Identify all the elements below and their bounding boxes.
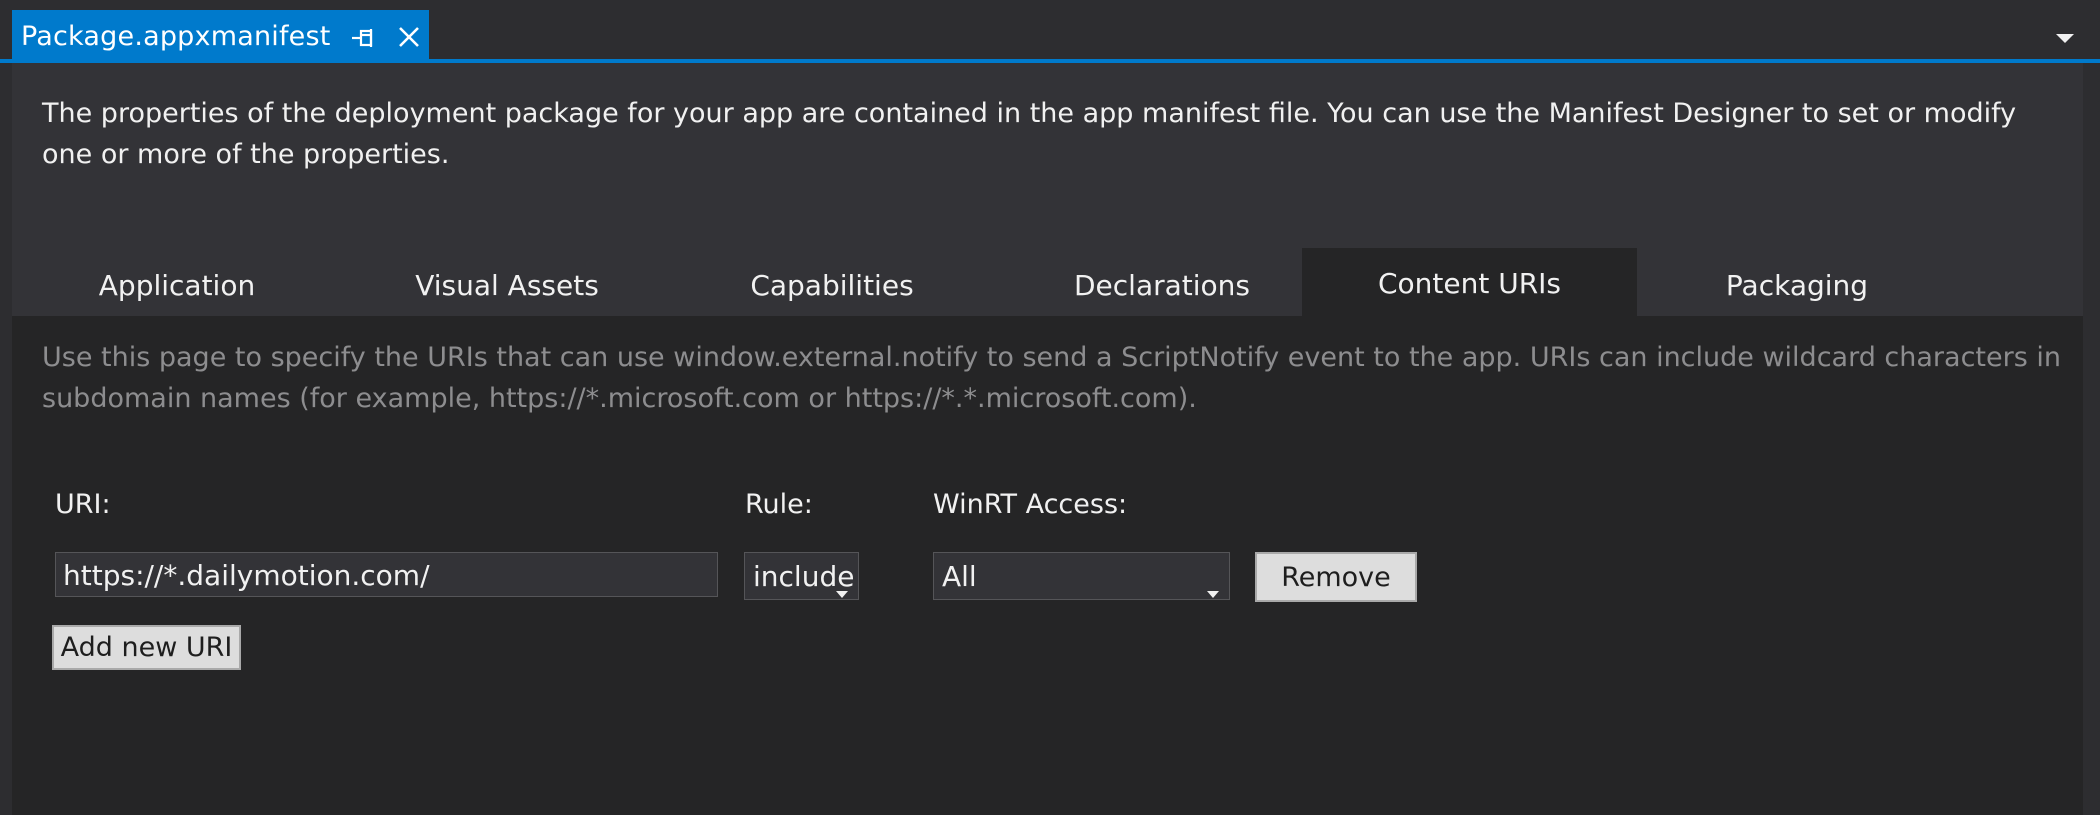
tab-label: Packaging bbox=[1725, 268, 1869, 302]
tab-label: Declarations bbox=[1073, 268, 1250, 302]
tab-label: Application bbox=[98, 268, 256, 302]
uri-input[interactable] bbox=[55, 552, 718, 597]
pin-icon[interactable] bbox=[350, 27, 376, 49]
document-tab-strip: Package.appxmanifest bbox=[0, 0, 2100, 63]
tab-declarations[interactable]: Declarations bbox=[1012, 248, 1312, 316]
close-icon[interactable] bbox=[395, 23, 423, 51]
section-tab-bar: Application Visual Assets Capabilities D… bbox=[12, 248, 2083, 316]
uri-label: URI: bbox=[55, 489, 111, 520]
document-tab-title: Package.appxmanifest bbox=[21, 21, 331, 52]
content-uris-description: Use this page to specify the URIs that c… bbox=[42, 342, 2061, 414]
chevron-down-icon bbox=[1206, 573, 1220, 598]
tab-capabilities[interactable]: Capabilities bbox=[692, 248, 972, 316]
rule-select[interactable]: include bbox=[744, 552, 859, 600]
tab-label: Content URIs bbox=[1377, 266, 1562, 300]
manifest-content: The properties of the deployment package… bbox=[12, 63, 2083, 815]
tab-application[interactable]: Application bbox=[52, 248, 302, 316]
chevron-down-icon[interactable] bbox=[2054, 30, 2076, 44]
remove-button[interactable]: Remove bbox=[1255, 552, 1417, 602]
tab-label: Visual Assets bbox=[415, 268, 599, 302]
winrt-access-select-value: All bbox=[942, 559, 977, 593]
document-tab[interactable]: Package.appxmanifest bbox=[12, 10, 429, 63]
tab-label: Capabilities bbox=[750, 268, 914, 302]
intro-text: The properties of the deployment package… bbox=[42, 98, 2017, 170]
winrt-access-select[interactable]: All bbox=[933, 552, 1230, 600]
winrt-access-label: WinRT Access: bbox=[933, 489, 1128, 520]
rule-label: Rule: bbox=[745, 489, 813, 520]
tab-visual-assets[interactable]: Visual Assets bbox=[366, 248, 648, 316]
content-uris-panel: Use this page to specify the URIs that c… bbox=[12, 316, 2083, 815]
manifest-designer-window: Package.appxmanifest The properties of t… bbox=[0, 0, 2100, 815]
add-new-uri-button[interactable]: Add new URI bbox=[52, 625, 241, 670]
chevron-down-icon bbox=[835, 573, 849, 598]
tab-content-uris[interactable]: Content URIs bbox=[1302, 248, 1637, 316]
tab-packaging[interactable]: Packaging bbox=[1662, 248, 1932, 316]
